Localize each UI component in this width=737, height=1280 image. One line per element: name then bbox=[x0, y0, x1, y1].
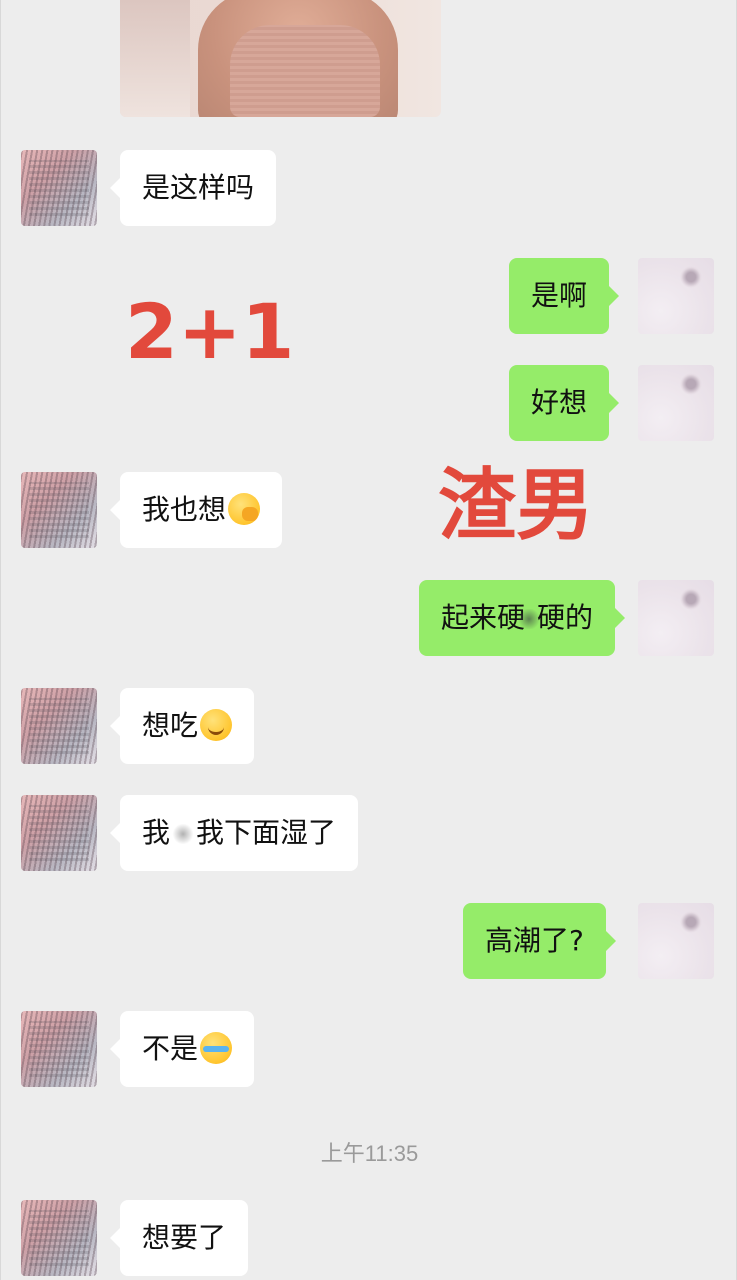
message-text: 不是 bbox=[142, 1032, 199, 1065]
outgoing-message-bubble[interactable]: 高潮了? bbox=[463, 903, 616, 979]
message-text: 我下面湿了 bbox=[196, 816, 337, 849]
message-text: 硬的 bbox=[537, 601, 594, 634]
contact-avatar[interactable] bbox=[21, 472, 97, 548]
contact-avatar[interactable] bbox=[21, 795, 97, 871]
message-text: 想要了 bbox=[142, 1221, 227, 1254]
message-text: 想吃 bbox=[142, 709, 199, 742]
hand-over-mouth-emoji bbox=[228, 493, 261, 525]
incoming-message-bubble[interactable]: 想要了 bbox=[109, 1200, 249, 1276]
message-text: 是啊 bbox=[531, 279, 588, 312]
message-text: 我也想 bbox=[142, 493, 227, 526]
blurred-text-mark bbox=[172, 824, 195, 844]
contact-avatar[interactable] bbox=[21, 1011, 97, 1087]
message-text: 是这样吗 bbox=[142, 171, 255, 204]
overlay-label: 渣男 bbox=[438, 461, 595, 551]
contact-avatar[interactable] bbox=[21, 1200, 97, 1276]
smiling-emoji bbox=[200, 709, 233, 741]
contact-avatar[interactable] bbox=[21, 150, 97, 226]
message-text: 起来硬 bbox=[441, 601, 526, 634]
message-text: 我 bbox=[142, 816, 171, 849]
outgoing-message-bubble[interactable]: 是啊 bbox=[509, 258, 620, 334]
crying-laughing-emoji bbox=[200, 1032, 233, 1064]
my-avatar[interactable] bbox=[638, 903, 714, 979]
message-text: 高潮了? bbox=[485, 924, 584, 957]
outgoing-message-bubble[interactable]: 起来硬 硬的 bbox=[419, 580, 626, 656]
photo-clothing bbox=[230, 25, 380, 117]
shared-photo-image[interactable] bbox=[120, 0, 441, 117]
photo-background bbox=[120, 0, 190, 117]
outgoing-message-bubble[interactable]: 好想 bbox=[509, 365, 620, 441]
incoming-message-bubble[interactable]: 我也想 bbox=[109, 472, 283, 548]
contact-avatar[interactable] bbox=[21, 688, 97, 764]
my-avatar[interactable] bbox=[638, 365, 714, 441]
my-avatar[interactable] bbox=[638, 258, 714, 334]
message-timestamp: 上午11:35 bbox=[320, 1141, 419, 1166]
incoming-message-bubble[interactable]: 是这样吗 bbox=[109, 150, 277, 226]
chat-screen: 是这样吗 是啊 好想 我也想 起来硬 硬的 想吃 我我下面湿了 高潮了? 不是 上… bbox=[0, 0, 737, 1280]
incoming-message-bubble[interactable]: 我我下面湿了 bbox=[109, 795, 359, 871]
incoming-message-bubble[interactable]: 不是 bbox=[109, 1011, 255, 1087]
message-text: 好想 bbox=[531, 386, 588, 419]
my-avatar[interactable] bbox=[638, 580, 714, 656]
overlay-label: 2+1 bbox=[125, 287, 295, 376]
incoming-message-bubble[interactable]: 想吃 bbox=[109, 688, 255, 764]
